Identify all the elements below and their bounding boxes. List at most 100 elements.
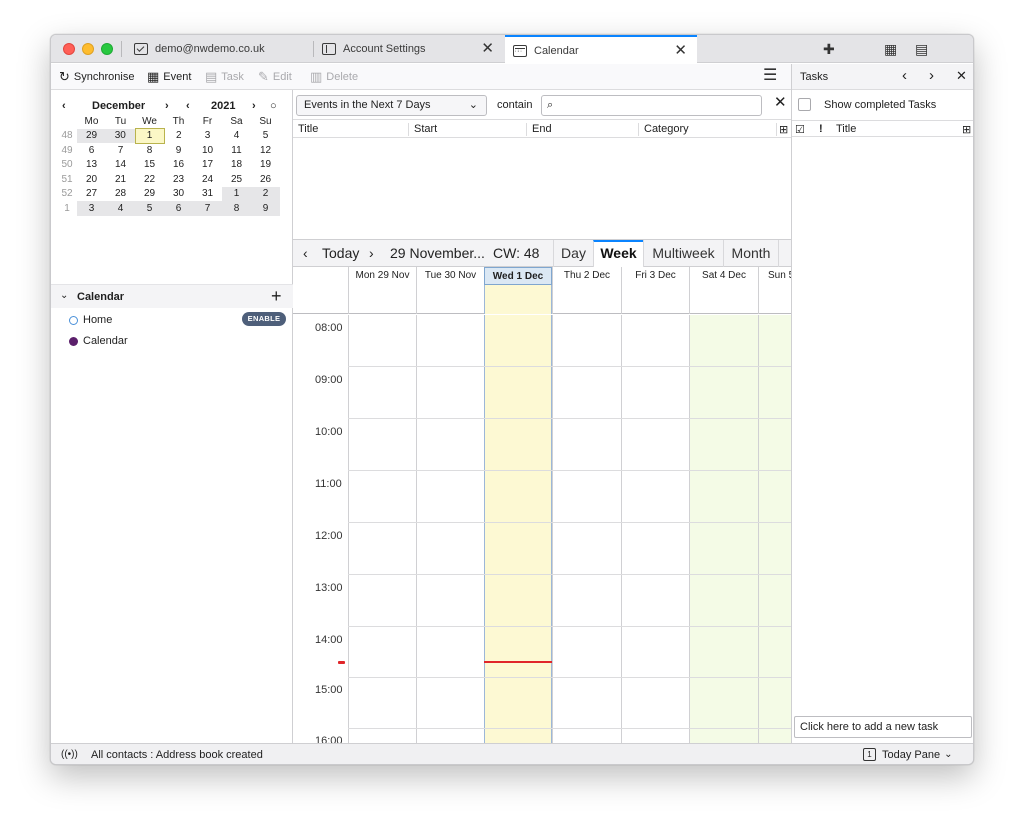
tab-multiweek[interactable]: Multiweek bbox=[643, 240, 723, 267]
all-day-cell[interactable] bbox=[552, 285, 621, 314]
day-cell[interactable]: 27 bbox=[77, 187, 106, 202]
all-day-cell[interactable] bbox=[348, 285, 416, 314]
day-header-today[interactable]: Wed 1 Dec bbox=[484, 267, 552, 285]
chevron-down-icon[interactable]: ⌄ bbox=[60, 290, 68, 301]
online-status-icon[interactable]: ((•)) bbox=[61, 749, 78, 760]
day-column[interactable] bbox=[348, 315, 416, 743]
next-year-icon[interactable]: › bbox=[252, 100, 256, 112]
next-period-icon[interactable]: › bbox=[369, 245, 374, 261]
day-cell[interactable]: 12 bbox=[251, 143, 280, 158]
day-cell[interactable]: 21 bbox=[106, 172, 135, 187]
new-event-button[interactable]: ▦ Event bbox=[147, 69, 191, 85]
day-cell[interactable]: 7 bbox=[106, 143, 135, 158]
priority-column[interactable]: ! bbox=[819, 123, 823, 135]
day-cell[interactable]: 8 bbox=[222, 201, 251, 216]
day-cell[interactable]: 4 bbox=[222, 129, 251, 144]
close-icon[interactable]: ✕ bbox=[956, 68, 967, 84]
column-category[interactable]: Category bbox=[639, 123, 777, 136]
day-cell[interactable]: 11 bbox=[222, 143, 251, 158]
day-cell[interactable]: 9 bbox=[164, 143, 193, 158]
day-cell[interactable]: 20 bbox=[77, 172, 106, 187]
day-column-weekend[interactable] bbox=[758, 315, 791, 743]
all-day-cell[interactable] bbox=[621, 285, 689, 314]
day-cell-today[interactable]: 1 bbox=[134, 128, 165, 144]
prev-month-icon[interactable]: ‹ bbox=[62, 100, 66, 112]
tab-month[interactable]: Month bbox=[723, 240, 779, 267]
delete-button[interactable]: ▥ Delete bbox=[310, 69, 358, 85]
day-cell[interactable]: 10 bbox=[193, 143, 222, 158]
day-cell[interactable]: 24 bbox=[193, 172, 222, 187]
day-cell[interactable]: 3 bbox=[77, 201, 106, 216]
day-cell[interactable]: 17 bbox=[193, 158, 222, 173]
calendar-space-icon[interactable]: ▦ bbox=[884, 42, 897, 56]
day-cell[interactable]: 22 bbox=[135, 172, 164, 187]
edit-button[interactable]: ✎ Edit bbox=[258, 69, 292, 85]
day-cell[interactable]: 8 bbox=[135, 143, 164, 158]
column-start[interactable]: Start bbox=[409, 123, 527, 136]
menu-hamburger-icon[interactable]: ☰ bbox=[763, 68, 777, 84]
day-cell[interactable]: 13 bbox=[77, 158, 106, 173]
day-cell[interactable]: 26 bbox=[251, 172, 280, 187]
day-cell[interactable]: 6 bbox=[164, 201, 193, 216]
task-title-column[interactable]: Title bbox=[836, 123, 856, 135]
addons-puzzle-icon[interactable]: ✚ bbox=[823, 42, 835, 56]
add-calendar-icon[interactable]: + bbox=[271, 286, 282, 306]
close-window-button[interactable] bbox=[63, 43, 75, 55]
day-cell[interactable]: 14 bbox=[106, 158, 135, 173]
prev-period-icon[interactable]: ‹ bbox=[303, 245, 308, 261]
day-column[interactable] bbox=[621, 315, 689, 743]
day-header[interactable]: Fri 3 Dec bbox=[621, 267, 689, 285]
tab-mail[interactable]: demo@nwdemo.co.uk bbox=[126, 35, 312, 63]
day-column[interactable] bbox=[552, 315, 621, 743]
day-cell[interactable]: 6 bbox=[77, 143, 106, 158]
calendar-list-header[interactable]: ⌄ Calendar + bbox=[51, 284, 293, 308]
today-button[interactable]: Today bbox=[322, 245, 359, 261]
minimize-window-button[interactable] bbox=[82, 43, 94, 55]
column-picker-icon[interactable]: ⊞ bbox=[962, 123, 971, 136]
next-month-icon[interactable]: › bbox=[165, 100, 169, 112]
day-cell[interactable]: 18 bbox=[222, 158, 251, 173]
day-cell[interactable]: 28 bbox=[106, 187, 135, 202]
calendar-item-calendar[interactable]: Calendar bbox=[69, 334, 128, 348]
day-header[interactable]: Thu 2 Dec bbox=[552, 267, 621, 285]
close-filter-icon[interactable]: ✕ bbox=[774, 95, 787, 111]
day-cell[interactable]: 3 bbox=[193, 129, 222, 144]
day-cell[interactable]: 9 bbox=[251, 201, 280, 216]
prev-year-icon[interactable]: ‹ bbox=[186, 100, 190, 112]
all-day-cell[interactable] bbox=[416, 285, 484, 314]
all-day-row[interactable] bbox=[293, 285, 791, 314]
show-completed-tasks-toggle[interactable]: Show completed Tasks bbox=[798, 98, 936, 111]
calendar-item-home[interactable]: Home bbox=[69, 313, 112, 327]
day-cell[interactable]: 19 bbox=[251, 158, 280, 173]
day-cell[interactable]: 31 bbox=[193, 187, 222, 202]
day-cell[interactable]: 5 bbox=[251, 129, 280, 144]
day-cell[interactable]: 30 bbox=[164, 187, 193, 202]
event-list[interactable] bbox=[293, 138, 791, 240]
close-tab-icon[interactable]: ✕ bbox=[674, 43, 687, 58]
event-search-input[interactable] bbox=[562, 98, 757, 113]
new-task-button[interactable]: ▤ Task bbox=[205, 69, 244, 85]
tasks-space-icon[interactable]: ▤ bbox=[915, 42, 928, 56]
enable-calendar-button[interactable]: ENABLE bbox=[242, 312, 286, 326]
today-pane-toggle[interactable]: 1 Today Pane ⌄ bbox=[863, 748, 953, 761]
column-end[interactable]: End bbox=[527, 123, 639, 136]
all-day-cell[interactable] bbox=[484, 285, 552, 314]
column-picker-icon[interactable]: ⊞ bbox=[777, 123, 791, 136]
day-cell[interactable]: 29 bbox=[77, 128, 106, 143]
event-search-box[interactable]: ⌕ bbox=[541, 95, 762, 116]
day-header[interactable]: Sun 5 Dec bbox=[758, 267, 791, 285]
day-cell[interactable]: 2 bbox=[164, 129, 193, 144]
tab-week[interactable]: Week bbox=[593, 240, 643, 267]
synchronise-button[interactable]: ↻ Synchronise bbox=[59, 69, 134, 85]
day-cell[interactable]: 16 bbox=[164, 158, 193, 173]
day-cell[interactable]: 1 bbox=[222, 186, 251, 201]
add-new-task-input[interactable] bbox=[794, 716, 972, 738]
completed-column-checkbox-icon[interactable]: ☑ bbox=[795, 123, 805, 136]
zoom-window-button[interactable] bbox=[101, 43, 113, 55]
day-cell[interactable]: 5 bbox=[135, 201, 164, 216]
day-header[interactable]: Tue 30 Nov bbox=[416, 267, 484, 285]
day-cell[interactable]: 7 bbox=[193, 201, 222, 216]
column-title[interactable]: Title bbox=[293, 123, 409, 136]
all-day-cell[interactable] bbox=[758, 285, 791, 314]
day-header[interactable]: Sat 4 Dec bbox=[689, 267, 758, 285]
